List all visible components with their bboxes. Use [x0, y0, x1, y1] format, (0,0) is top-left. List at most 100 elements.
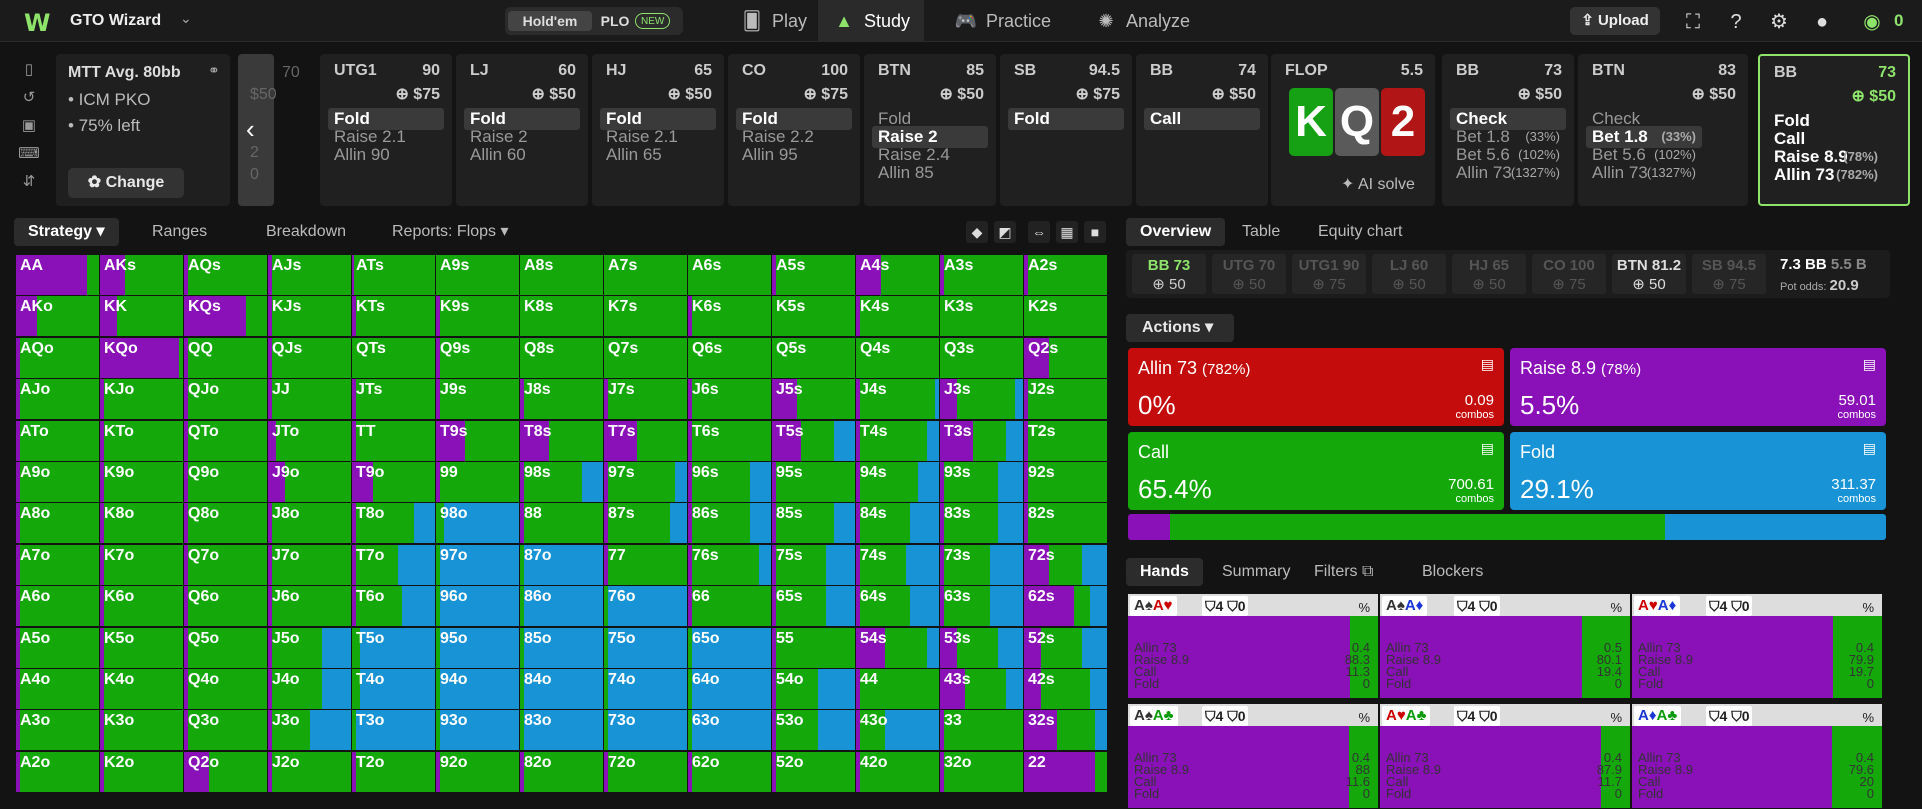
hand-cell[interactable]: 97s — [604, 462, 687, 502]
action-box-call[interactable]: Call ▤ 65.4% 700.61 combos — [1128, 432, 1504, 510]
hand-cell[interactable]: A9s — [436, 255, 519, 295]
tab-reports[interactable]: Reports: Flops ▾ — [378, 218, 523, 246]
hand-cell[interactable]: 72s — [1024, 544, 1107, 585]
hand-cell[interactable]: A7s — [604, 255, 687, 295]
gear-icon[interactable]: ⚙ — [1767, 10, 1791, 34]
hand-cell[interactable]: 74o — [604, 669, 687, 709]
position-card[interactable]: BB 73 ⊕ $50 Check Bet 1.8 (33%) Bet 5.6 (102%) A… — [1442, 54, 1574, 206]
hand-cell[interactable]: T2o — [352, 751, 435, 792]
hand-cell[interactable]: T3o — [352, 710, 435, 751]
hand-cell[interactable]: KTs — [352, 296, 435, 337]
action-option[interactable]: Allin 60 — [464, 144, 580, 166]
hand-cell[interactable]: J4s — [856, 379, 939, 420]
action-box-fold[interactable]: Fold ▤ 29.1% 311.37 combos — [1510, 432, 1886, 510]
hand-cell[interactable]: AJs — [268, 255, 351, 295]
app-title[interactable]: GTO Wizard — [70, 12, 161, 30]
hand-cell[interactable]: 63o — [688, 710, 771, 751]
hand-cell[interactable]: 95s — [772, 462, 855, 502]
hand-cell[interactable]: Q8s — [520, 337, 603, 378]
hand-cell[interactable]: 87o — [520, 544, 603, 585]
plo-toggle[interactable]: PLO — [595, 11, 635, 31]
hand-cell[interactable]: J9o — [268, 462, 351, 502]
hand-cell[interactable]: J8s — [520, 379, 603, 420]
hand-cell[interactable]: QJo — [184, 379, 267, 420]
hand-cell[interactable]: KK — [100, 296, 183, 337]
notes-icon[interactable]: ▤ — [1863, 356, 1876, 373]
hand-cell[interactable]: AQo — [16, 337, 99, 378]
action-option[interactable]: Allin 73 (782%) — [1768, 164, 1884, 186]
hand-cell[interactable]: 74s — [856, 544, 939, 585]
nav-play[interactable]: 🂠 Play — [726, 0, 821, 42]
hand-cell[interactable]: 64o — [688, 669, 771, 709]
player-chip[interactable]: BTN 81.2 ⊕ 50 — [1612, 254, 1686, 294]
hand-combo-cell[interactable]: A♦A♣ ⛉4 ⛉0% Allin 73 0.4 Raise 8.9 79.6 Call 20… — [1632, 704, 1882, 808]
hand-cell[interactable]: 33 — [940, 710, 1023, 751]
hand-cell[interactable]: 66 — [688, 586, 771, 627]
hand-cell[interactable]: 93s — [940, 462, 1023, 502]
hand-cell[interactable]: 53o — [772, 710, 855, 751]
hand-cell[interactable]: J5o — [268, 627, 351, 668]
tab-filters[interactable]: Filters ⧉ — [1300, 558, 1387, 586]
hand-cell[interactable]: A5o — [16, 627, 99, 668]
hand-cell[interactable]: 96s — [688, 462, 771, 502]
hand-cell[interactable]: 94s — [856, 462, 939, 502]
hand-cell[interactable]: K7s — [604, 296, 687, 337]
hand-cell[interactable]: T9s — [436, 420, 519, 461]
hand-cell[interactable]: Q9s — [436, 337, 519, 378]
hand-cell[interactable]: 75o — [604, 627, 687, 668]
hand-cell[interactable]: 82s — [1024, 503, 1107, 544]
hand-cell[interactable]: A3o — [16, 710, 99, 751]
flop-card[interactable]: FLOP 5.5 K Q 2 ✦ AI solve — [1271, 54, 1435, 206]
hand-cell[interactable]: T4s — [856, 420, 939, 461]
hand-cell[interactable]: Q2o — [184, 751, 267, 792]
hand-cell[interactable]: J7s — [604, 379, 687, 420]
hand-cell[interactable]: 82o — [520, 751, 603, 792]
hand-cell[interactable]: J5s — [772, 379, 855, 420]
position-card[interactable]: CO 100 ⊕ $75 Fold Raise 2.2 Allin 95 — [728, 54, 860, 206]
hand-cell[interactable]: A3s — [940, 255, 1023, 295]
hand-cell[interactable]: K4o — [100, 669, 183, 709]
hand-cell[interactable]: K8o — [100, 503, 183, 544]
hand-cell[interactable]: J3o — [268, 710, 351, 751]
hand-cell[interactable]: 88 — [520, 503, 603, 544]
hand-combo-cell[interactable]: A♥A♦ ⛉4 ⛉0% Allin 73 0.4 Raise 8.9 79.9 Call 19… — [1632, 594, 1882, 698]
tab-overview[interactable]: Overview — [1126, 218, 1226, 246]
hand-cell[interactable]: 22 — [1024, 751, 1107, 792]
notes-icon[interactable]: ▤ — [1481, 356, 1494, 373]
collapse-icon[interactable]: ⇵ — [14, 168, 44, 196]
hand-cell[interactable]: A8o — [16, 503, 99, 544]
hand-cell[interactable]: J6o — [268, 586, 351, 627]
position-card[interactable]: UTG1 90 ⊕ $75 Fold Raise 2.1 Allin 90 — [320, 54, 452, 206]
hand-cell[interactable]: A9o — [16, 462, 99, 502]
player-chip[interactable]: LJ 60 ⊕ 50 — [1372, 254, 1446, 294]
hand-cell[interactable]: 32o — [940, 751, 1023, 792]
square-icon[interactable]: ■ — [1084, 221, 1106, 243]
tab-ranges[interactable]: Ranges — [138, 218, 221, 246]
hand-cell[interactable]: T4o — [352, 669, 435, 709]
hand-cell[interactable]: QTs — [352, 337, 435, 378]
tab-strategy[interactable]: Strategy ▾ — [14, 218, 119, 246]
hand-cell[interactable]: 86s — [688, 503, 771, 544]
hand-cell[interactable]: K3s — [940, 296, 1023, 337]
hand-cell[interactable]: K3o — [100, 710, 183, 751]
hand-cell[interactable]: Q3s — [940, 337, 1023, 378]
hand-cell[interactable]: K7o — [100, 544, 183, 585]
hand-cell[interactable]: 53s — [940, 627, 1023, 668]
hand-cell[interactable]: ATo — [16, 420, 99, 461]
hand-cell[interactable]: K6s — [688, 296, 771, 337]
hand-cell[interactable]: J6s — [688, 379, 771, 420]
hand-cell[interactable]: Q4s — [856, 337, 939, 378]
hand-cell[interactable]: K6o — [100, 586, 183, 627]
tab-blockers[interactable]: Blockers — [1408, 558, 1497, 586]
hand-cell[interactable]: K9o — [100, 462, 183, 502]
hand-cell[interactable]: JTo — [268, 420, 351, 461]
action-option[interactable]: Allin 65 — [600, 144, 716, 166]
action-option[interactable]: Allin 73 (1327%) — [1586, 162, 1702, 184]
action-option[interactable]: Fold — [1008, 108, 1124, 130]
hand-cell[interactable]: T6s — [688, 420, 771, 461]
hand-cell[interactable]: 62s — [1024, 586, 1107, 627]
hand-cell[interactable]: 98o — [436, 503, 519, 544]
hand-cell[interactable]: J7o — [268, 544, 351, 585]
position-card[interactable]: HJ 65 ⊕ $50 Fold Raise 2.1 Allin 65 — [592, 54, 724, 206]
notes-icon[interactable]: ▤ — [1481, 440, 1494, 457]
